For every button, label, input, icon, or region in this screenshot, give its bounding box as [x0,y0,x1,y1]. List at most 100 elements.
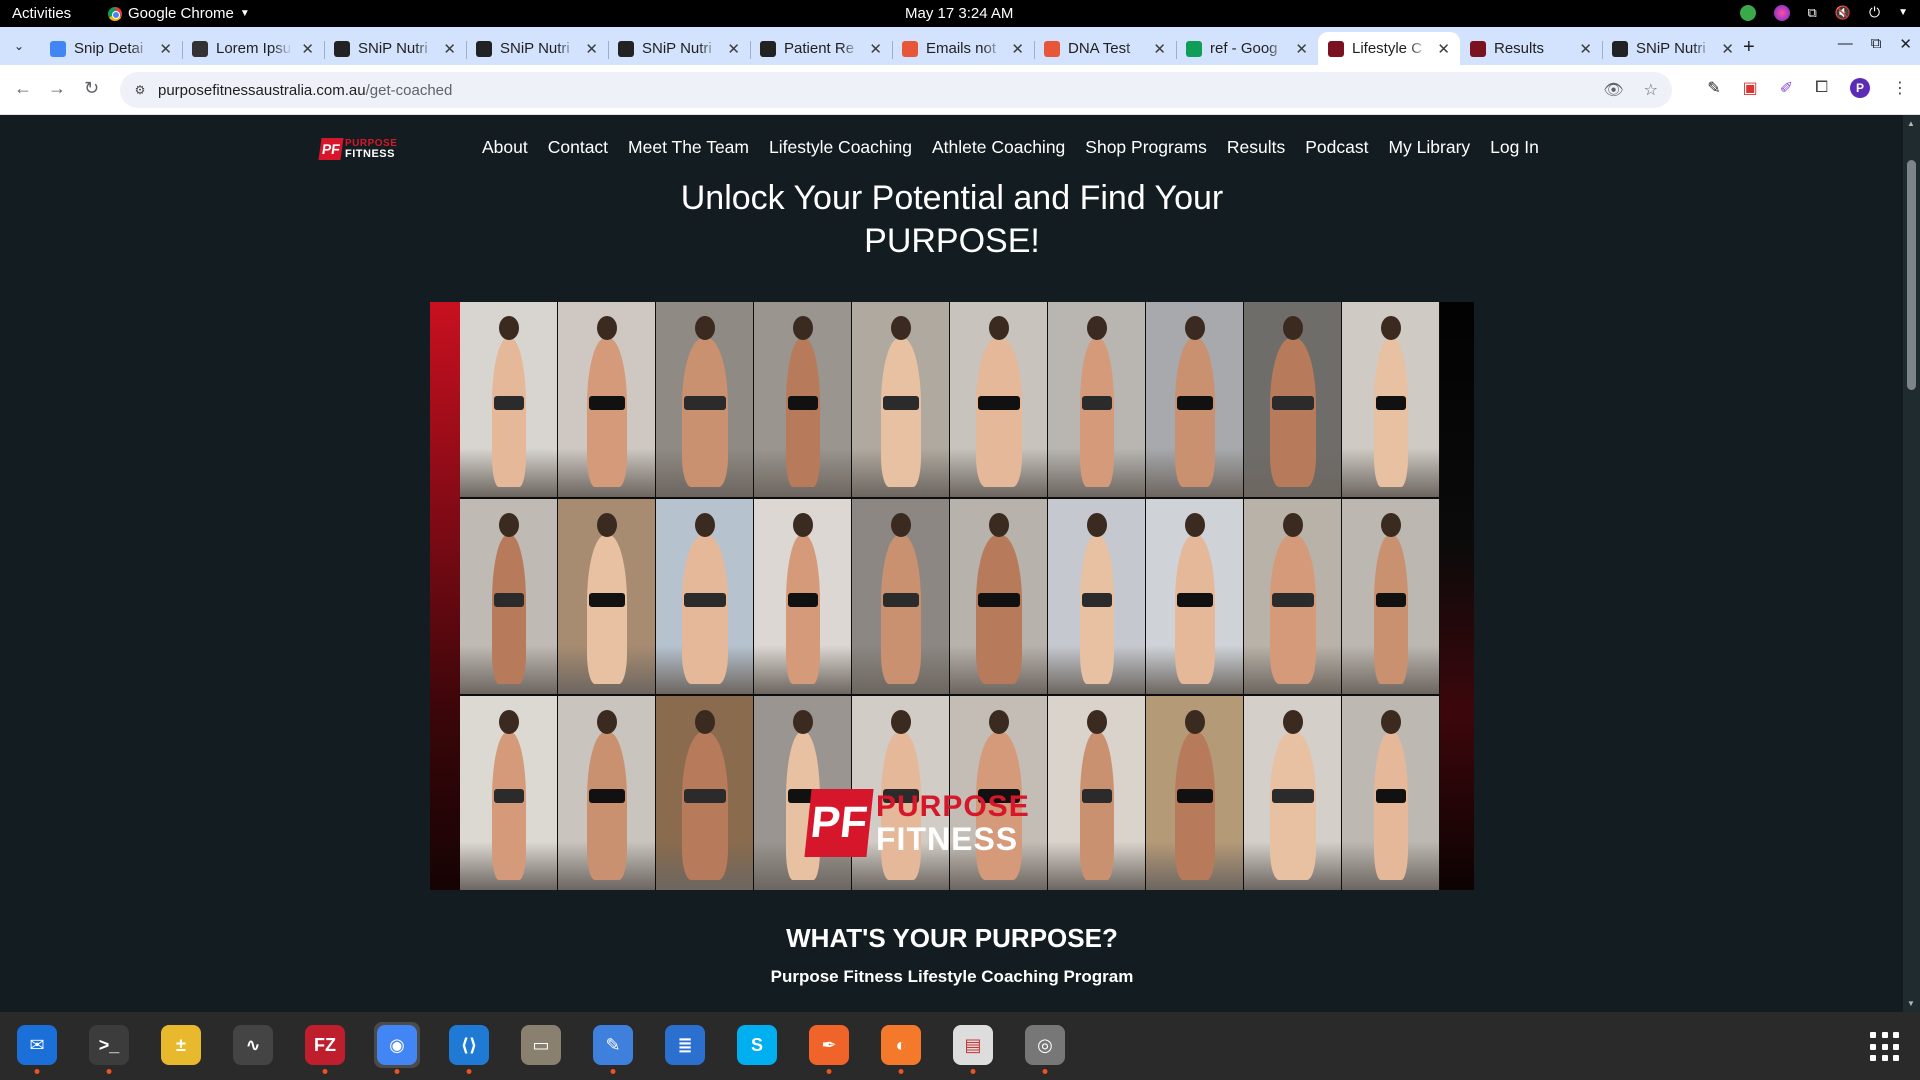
calendar-extension-icon[interactable]: ▣ [1743,78,1758,98]
chevron-down-icon[interactable]: ▼ [1898,7,1908,18]
profile-avatar[interactable]: P [1850,78,1870,98]
blender-icon[interactable]: ◐ [878,1022,924,1074]
person-body [1269,732,1316,880]
nav-my-library[interactable]: My Library [1388,137,1470,158]
site-info-icon[interactable]: ⚙ [132,82,148,98]
show-apps-icon[interactable] [1870,1032,1900,1062]
url-text[interactable]: purposefitnessaustralia.com.au/get-coach… [158,82,452,99]
close-tab-icon[interactable]: ✕ [1153,40,1166,58]
transformation-photo [1048,499,1145,694]
browser-tab[interactable]: ref - Goog ✕ [1176,32,1318,65]
transformation-photo [754,499,851,694]
close-window-icon[interactable]: ✕ [1899,35,1912,53]
back-icon[interactable]: ← [14,78,32,99]
snip-icon [1612,40,1628,57]
transformation-photo [460,302,557,497]
transformation-photo [1342,499,1439,694]
scrollbar-thumb[interactable] [1907,160,1916,390]
person-shorts [1176,396,1213,410]
vscode-icon[interactable]: ⟨⟩ [446,1022,492,1074]
person-head [1086,710,1107,734]
network-icon[interactable]: ⧉ [1808,5,1817,21]
kebab-menu-icon[interactable]: ⋮ [1892,78,1908,98]
reload-icon[interactable]: ↻ [84,78,99,99]
app-indicator-icon[interactable] [1773,4,1790,21]
browser-tab[interactable]: SNiP Nutri ✕ [466,32,608,65]
calculator-icon[interactable]: ± [158,1022,204,1068]
browser-tab[interactable]: Snip Detai ✕ [40,32,182,65]
inkscape-icon[interactable]: ✒ [806,1022,852,1074]
close-tab-icon[interactable]: ✕ [1295,40,1308,58]
browser-tab[interactable]: SNiP Nutri ✕ [1602,32,1744,65]
activities-button[interactable]: Activities [12,5,71,22]
new-tab-button[interactable]: + [1743,36,1755,59]
nav-contact[interactable]: Contact [548,137,608,158]
system-monitor-icon[interactable]: ∿ [230,1022,276,1068]
pen-extension-icon[interactable]: ✐ [1780,78,1793,98]
browser-tab[interactable]: Emails not ✕ [892,32,1034,65]
tab-search-button[interactable]: ⌄ [8,35,30,57]
close-tab-icon[interactable]: ✕ [443,40,456,58]
close-tab-icon[interactable]: ✕ [301,40,314,58]
skype-icon[interactable]: S [734,1022,780,1068]
system-tray[interactable]: ⧉ 🔇 ⏻ ▼ [1739,4,1908,21]
forward-icon[interactable]: → [48,78,66,99]
browser-tab[interactable]: Patient Re ✕ [750,32,892,65]
thunderbird-icon[interactable]: ✉ [14,1022,60,1074]
power-icon[interactable]: ⏻ [1869,4,1880,21]
page-scrollbar[interactable]: ▲ ▼ [1903,115,1920,1012]
disk-icon[interactable]: ◎ [1022,1022,1068,1074]
clock[interactable]: May 17 3:24 AM [905,5,1013,22]
minimize-icon[interactable]: — [1838,35,1853,53]
files-icon-glyph: ▭ [521,1025,561,1065]
nav-lifestyle-coaching[interactable]: Lifestyle Coaching [769,137,912,158]
transformation-photo [1244,499,1341,694]
close-tab-icon[interactable]: ✕ [1721,40,1734,58]
shield-icon[interactable] [1739,4,1756,21]
nav-results[interactable]: Results [1227,137,1285,158]
close-tab-icon[interactable]: ✕ [1579,40,1592,58]
site-logo[interactable]: PF PURPOSE FITNESS [318,135,424,163]
snip-icon [618,40,634,57]
browser-tab[interactable]: Lorem Ipsu ✕ [182,32,324,65]
close-tab-icon[interactable]: ✕ [1437,40,1450,58]
extensions-puzzle-icon[interactable]: ⧠ [1815,79,1828,97]
nav-podcast[interactable]: Podcast [1305,137,1368,158]
browser-tab[interactable]: SNiP Nutri ✕ [324,32,466,65]
nav-shop-programs[interactable]: Shop Programs [1085,137,1207,158]
eyedropper-extension-icon[interactable]: ✎ [1707,78,1720,98]
close-tab-icon[interactable]: ✕ [1011,40,1024,58]
close-tab-icon[interactable]: ✕ [727,40,740,58]
app-menu[interactable]: Google Chrome ▼ [108,5,250,22]
calculator-icon-glyph: ± [161,1025,201,1065]
volume-icon[interactable]: 🔇 [1835,5,1851,21]
nav-athlete-coaching[interactable]: Athlete Coaching [932,137,1065,158]
files-icon[interactable]: ▭ [518,1022,564,1068]
tab-title: Lorem Ipsu [216,40,292,57]
restore-icon[interactable]: ⧉ [1871,35,1882,53]
address-bar[interactable]: ⚙ purposefitnessaustralia.com.au/get-coa… [120,72,1672,108]
close-tab-icon[interactable]: ✕ [869,40,882,58]
browser-tab[interactable]: Lifestyle C ✕ [1318,32,1460,65]
filezilla-icon[interactable]: FZ [302,1022,348,1074]
close-tab-icon[interactable]: ✕ [585,40,598,58]
tracking-protection-icon[interactable]: 👁 [1603,80,1623,100]
chrome-icon[interactable]: ◉ [374,1022,420,1074]
bookmark-star-icon[interactable]: ☆ [1644,80,1658,100]
scroll-up-icon[interactable]: ▲ [1907,119,1915,128]
browser-tab[interactable]: SNiP Nutri ✕ [608,32,750,65]
person-shorts [493,593,524,607]
browser-tab[interactable]: DNA Test ✕ [1034,32,1176,65]
browser-tab[interactable]: Results ✕ [1460,32,1602,65]
close-tab-icon[interactable]: ✕ [159,40,172,58]
scroll-down-icon[interactable]: ▼ [1907,999,1915,1008]
person-head [988,710,1009,734]
text-editor-icon[interactable]: ✎ [590,1022,636,1074]
running-indicator [610,1069,616,1074]
nav-about[interactable]: About [482,137,528,158]
document-viewer-icon[interactable]: ▤ [950,1022,996,1074]
terminal-icon[interactable]: >_ [86,1022,132,1074]
nav-meet-the-team[interactable]: Meet The Team [628,137,749,158]
nav-log-in[interactable]: Log In [1490,137,1539,158]
writer-icon[interactable]: ≣ [662,1022,708,1068]
